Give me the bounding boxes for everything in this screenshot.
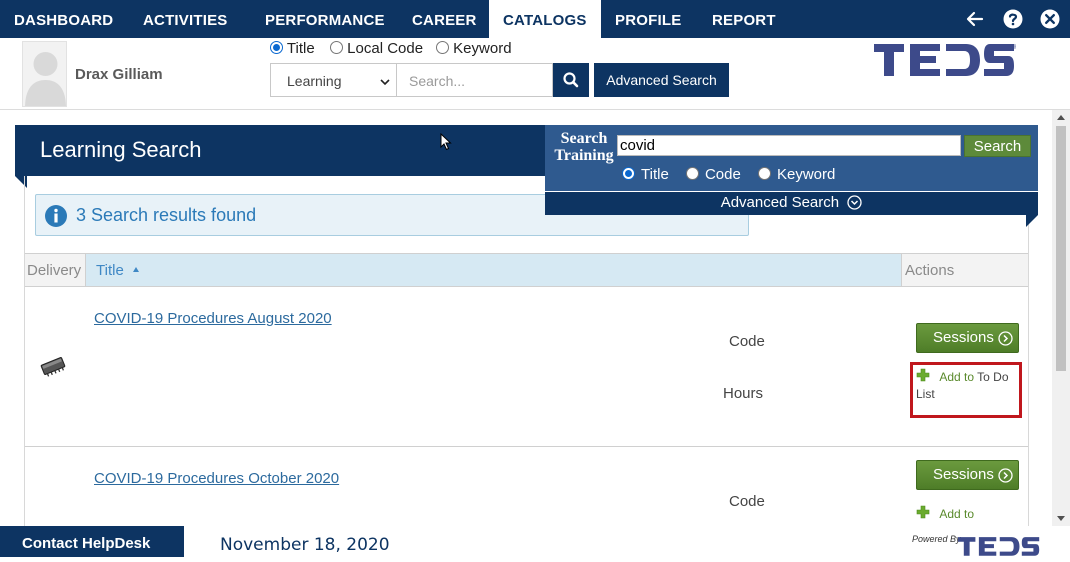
radio-title-label: Title [641,166,669,183]
contact-helpdesk-button[interactable]: Contact HelpDesk [0,526,184,557]
training-search-options: Title Code Keyword [622,166,835,183]
teds-logo: ® [874,44,1016,76]
nav-activities[interactable]: ACTIVITIES [143,0,228,38]
scroll-down-icon[interactable] [1057,516,1065,521]
panel-fold [1026,215,1038,227]
top-navigation-bar: DASHBOARD ACTIVITIES PERFORMANCE CAREER … [0,0,1070,38]
chevron-right-circle-icon [998,331,1013,346]
course-code-label: Code [729,333,765,350]
search-training-label: Search Training [554,130,614,164]
training-advanced-search-toggle[interactable]: Advanced Search [545,191,1038,215]
radio-label: Title [286,40,315,57]
radio-keyword-button[interactable] [757,167,771,180]
avatar[interactable] [22,41,67,107]
back-arrow-icon[interactable] [965,9,985,29]
training-search-input[interactable]: covid [617,135,961,156]
vertical-scrollbar[interactable] [1052,110,1070,526]
results-table-header: Delivery Title Actions [25,253,1028,287]
column-actions: Actions [905,262,955,279]
learning-search-banner: Learning Search [15,125,545,176]
scroll-up-icon[interactable] [1057,115,1065,120]
radio-code-button[interactable] [685,167,699,180]
nav-dashboard[interactable]: DASHBOARD [14,0,113,38]
column-title[interactable]: Title [86,254,902,286]
search-icon [563,72,579,88]
nav-career[interactable]: CAREER [412,0,477,38]
powered-by-teds-logo: Powered By [912,534,1040,556]
close-icon[interactable] [1040,9,1060,29]
radio-button[interactable] [330,41,343,54]
column-title-label: Title [96,262,124,279]
nav-report[interactable]: REPORT [712,0,776,38]
info-icon [45,205,67,227]
highlight-box [910,362,1022,418]
nav-profile[interactable]: PROFILE [615,0,681,38]
sessions-button[interactable]: Sessions [916,460,1019,490]
radio-code-label: Code [704,166,741,183]
sort-ascending-icon [132,267,139,272]
chevron-right-circle-icon [998,468,1013,483]
course-hours-label: Hours [723,385,764,402]
chevron-down-circle-icon [847,195,862,210]
course-title-link[interactable]: COVID-19 Procedures October 2020 [94,470,339,487]
mouse-cursor-icon [440,133,452,151]
powered-by-text: Powered By [912,534,961,544]
radio-button[interactable] [436,41,449,54]
category-select-value: Learning [287,73,342,89]
sessions-label: Sessions [933,466,994,483]
search-training-panel: Search Training covid Search Title Code … [545,125,1038,215]
radio-label: Local Code [347,40,424,57]
chip-icon [40,357,66,377]
column-delivery[interactable]: Delivery [25,254,86,286]
nav-catalogs[interactable]: CATALOGS [489,0,601,38]
course-title-link[interactable]: COVID-19 Procedures August 2020 [94,310,332,327]
footer: Contact HelpDesk November 18, 2020 Power… [0,526,1070,557]
row-divider [25,446,1028,447]
advanced-search-button[interactable]: Advanced Search [594,63,729,97]
scrollbar-thumb[interactable] [1056,126,1066,371]
svg-text:®: ® [1013,44,1016,51]
help-icon[interactable] [1003,9,1023,29]
chevron-down-icon [380,79,390,86]
page-title: Learning Search [40,137,202,162]
plus-icon [916,505,930,519]
user-silhouette-icon [25,52,66,106]
add-to-todo-link[interactable]: Add to [916,505,974,523]
course-code-label: Code [729,493,765,510]
current-date: November 18, 2020 [220,535,390,555]
radio-keyword[interactable]: Keyword [436,40,512,60]
sessions-button[interactable]: Sessions [916,323,1019,353]
training-search-button[interactable]: Search [964,135,1031,157]
header: Drax Gilliam Title Local Code Keyword Le… [0,38,1070,110]
radio-title[interactable]: Title [270,40,315,60]
search-input[interactable]: Search... [397,63,553,97]
advanced-search-label: Advanced Search [720,194,840,211]
radio-button[interactable] [270,41,283,54]
radio-label: Keyword [453,40,512,57]
category-select[interactable]: Learning [270,63,397,97]
user-name: Drax Gilliam [75,66,163,83]
sessions-label: Sessions [933,329,994,346]
nav-performance[interactable]: PERFORMANCE [265,0,385,38]
add-to-label: Add to [939,507,975,521]
radio-title-button[interactable] [622,167,635,180]
radio-keyword-label: Keyword [776,166,836,183]
search-button[interactable] [553,63,589,97]
radio-local-code[interactable]: Local Code [330,40,423,60]
results-count: 3 Search results found [76,205,257,225]
